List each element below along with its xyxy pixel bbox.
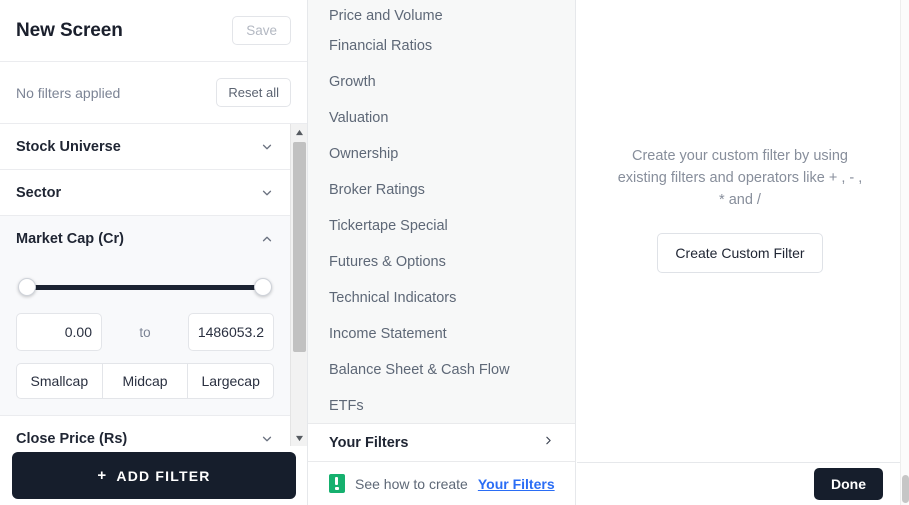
filter-section-header-stock-universe[interactable]: Stock Universe xyxy=(0,124,290,169)
filter-section-close-price: Close Price (Rs) xyxy=(0,416,290,446)
slider-handle-max[interactable] xyxy=(254,278,272,296)
your-filters-row[interactable]: Your Filters xyxy=(308,423,575,462)
scroll-down-arrow-icon[interactable] xyxy=(291,430,307,446)
plus-icon: + xyxy=(97,467,108,484)
see-how-row: See how to create Your Filters xyxy=(308,462,575,505)
market-cap-preset-buttons: Smallcap Midcap Largecap xyxy=(16,363,275,399)
sidebar-scrollbar[interactable] xyxy=(290,124,307,446)
market-cap-range-inputs: 0.00 to 1486053.2 xyxy=(16,313,274,351)
your-filters-link[interactable]: Your Filters xyxy=(478,476,555,492)
range-to-label: to xyxy=(139,324,151,340)
category-item-technical-indicators[interactable]: Technical Indicators xyxy=(308,280,575,316)
screen-header: New Screen Save xyxy=(0,0,307,62)
page-scrollbar[interactable] xyxy=(900,0,909,505)
filter-section-label: Stock Universe xyxy=(16,138,121,155)
category-item-income-statement[interactable]: Income Statement xyxy=(308,316,575,352)
sidebar-scrollbar-thumb[interactable] xyxy=(293,142,306,352)
no-filters-label: No filters applied xyxy=(16,84,121,101)
video-icon xyxy=(329,474,345,493)
done-button[interactable]: Done xyxy=(814,468,883,500)
market-cap-min-input[interactable]: 0.00 xyxy=(16,313,102,351)
category-item-balance-sheet-cash-flow[interactable]: Balance Sheet & Cash Flow xyxy=(308,352,575,388)
filter-section-label: Close Price (Rs) xyxy=(16,430,128,447)
category-item-ownership[interactable]: Ownership xyxy=(308,136,575,172)
filter-category-list: Price and Volume Financial Ratios Growth… xyxy=(308,0,575,423)
filter-category-panel: Price and Volume Financial Ratios Growth… xyxy=(308,0,576,505)
filter-section-stock-universe: Stock Universe xyxy=(0,124,290,170)
custom-filter-description: Create your custom filter by using exist… xyxy=(617,148,863,208)
chevron-up-icon[interactable] xyxy=(260,232,274,246)
category-item-futures-and-options[interactable]: Futures & Options xyxy=(308,244,575,280)
preset-smallcap-button[interactable]: Smallcap xyxy=(16,363,103,399)
filter-section-header-market-cap[interactable]: Market Cap (Cr) xyxy=(0,216,290,261)
add-filter-label: ADD FILTER xyxy=(116,467,211,484)
custom-filter-panel: Create your custom filter by using exist… xyxy=(577,0,909,505)
dialog-footer: Done xyxy=(577,462,909,505)
filter-section-header-sector[interactable]: Sector xyxy=(0,170,290,215)
market-cap-body: 0.00 to 1486053.2 Smallcap Midcap Largec… xyxy=(0,261,290,415)
chevron-down-icon[interactable] xyxy=(260,140,274,154)
screener-filter-dialog: New Screen Save No filters applied Reset… xyxy=(0,0,909,505)
add-filter-bar: + ADD FILTER xyxy=(0,446,307,505)
market-cap-range-slider[interactable] xyxy=(18,275,272,299)
page-title: New Screen xyxy=(16,19,123,41)
custom-filter-empty-state: Create your custom filter by using exist… xyxy=(577,145,903,273)
chevron-right-icon[interactable] xyxy=(542,434,555,452)
category-item-etfs[interactable]: ETFs xyxy=(308,388,575,423)
category-item-financial-ratios[interactable]: Financial Ratios xyxy=(308,28,575,64)
filter-section-market-cap: Market Cap (Cr) 0.00 to 1486053.2 Smallc… xyxy=(0,216,290,416)
category-item-valuation[interactable]: Valuation xyxy=(308,100,575,136)
your-filters-label: Your Filters xyxy=(329,434,409,451)
save-button[interactable]: Save xyxy=(232,16,291,45)
filter-sections-scroll-area: Stock Universe Sector Market Cap (Cr) 0.… xyxy=(0,124,307,446)
filter-section-header-close-price[interactable]: Close Price (Rs) xyxy=(0,416,290,446)
category-item-growth[interactable]: Growth xyxy=(308,64,575,100)
filter-sections-list: Stock Universe Sector Market Cap (Cr) 0.… xyxy=(0,124,290,446)
see-how-label: See how to create xyxy=(355,475,468,492)
chevron-down-icon[interactable] xyxy=(260,186,274,200)
add-filter-button[interactable]: + ADD FILTER xyxy=(12,452,296,499)
filter-section-label: Sector xyxy=(16,184,62,201)
category-item-price-and-volume[interactable]: Price and Volume xyxy=(308,0,575,28)
market-cap-max-input[interactable]: 1486053.2 xyxy=(188,313,274,351)
scroll-up-arrow-icon[interactable] xyxy=(291,124,307,140)
slider-handle-min[interactable] xyxy=(18,278,36,296)
page-scrollbar-thumb[interactable] xyxy=(902,475,909,503)
slider-track xyxy=(24,285,266,290)
category-item-tickertape-special[interactable]: Tickertape Special xyxy=(308,208,575,244)
chevron-down-icon[interactable] xyxy=(260,432,274,446)
reset-all-button[interactable]: Reset all xyxy=(216,78,291,107)
screen-sidebar: New Screen Save No filters applied Reset… xyxy=(0,0,308,505)
create-custom-filter-button[interactable]: Create Custom Filter xyxy=(657,233,823,273)
category-item-broker-ratings[interactable]: Broker Ratings xyxy=(308,172,575,208)
filter-section-label: Market Cap (Cr) xyxy=(16,230,124,247)
applied-filters-row: No filters applied Reset all xyxy=(0,62,307,124)
filter-section-sector: Sector xyxy=(0,170,290,216)
preset-largecap-button[interactable]: Largecap xyxy=(188,363,275,399)
preset-midcap-button[interactable]: Midcap xyxy=(102,363,189,399)
